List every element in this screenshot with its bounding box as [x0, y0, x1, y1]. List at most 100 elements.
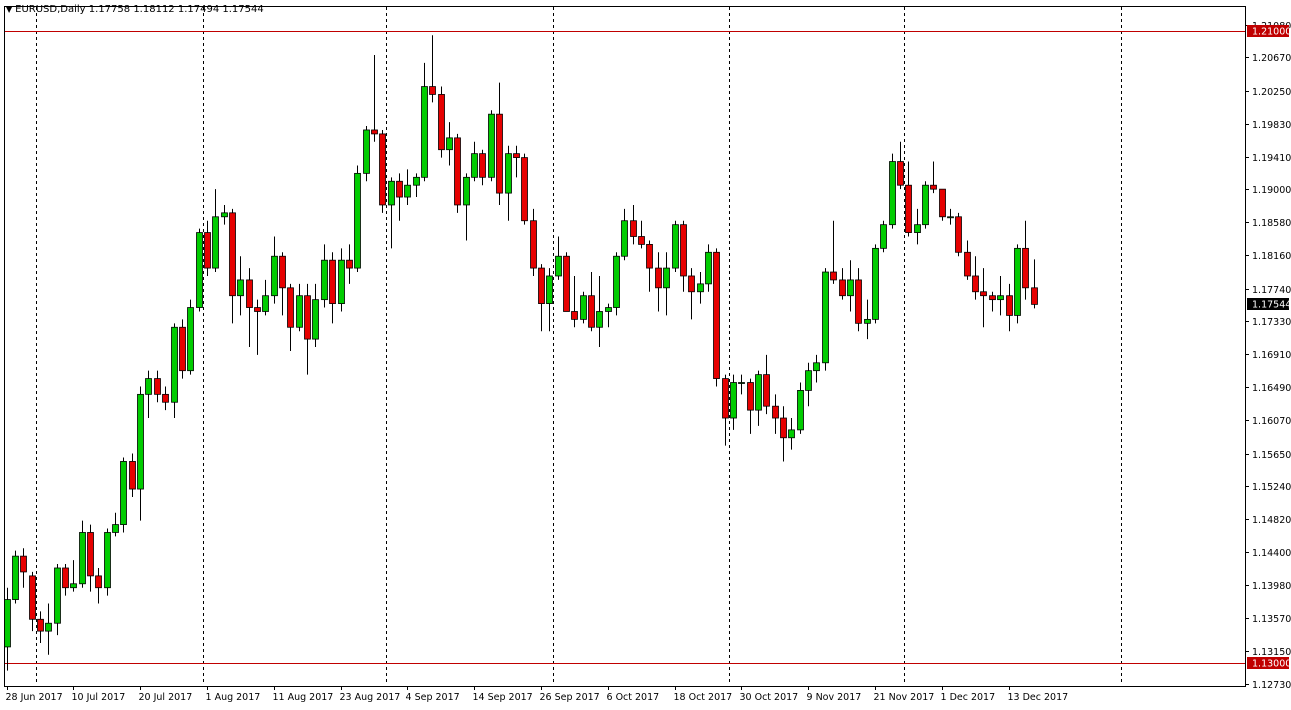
candle: [930, 161, 937, 194]
candle: [822, 268, 829, 371]
level-price-label: 1.21000: [1252, 27, 1291, 38]
candle: [95, 567, 102, 604]
candle-body: [388, 180, 395, 206]
candle-body: [813, 362, 820, 372]
y-tick-label: 1.14820: [1252, 515, 1291, 526]
candle-body: [605, 307, 612, 312]
candle: [429, 35, 436, 103]
price-chart[interactable]: 1.210801.206701.202501.198301.194101.190…: [0, 0, 1291, 710]
candle-body: [980, 291, 987, 297]
candle-body: [221, 212, 228, 218]
candle-body: [62, 567, 69, 589]
y-tick-label: 1.13980: [1252, 581, 1291, 592]
y-tick-label: 1.16490: [1252, 383, 1291, 394]
candle: [563, 252, 570, 312]
candle: [54, 564, 61, 636]
candle-body: [446, 137, 453, 151]
candle-body: [1014, 247, 1021, 316]
candle-body: [947, 216, 954, 219]
candle: [788, 418, 795, 450]
candle-body: [972, 275, 979, 293]
y-tick-label: 1.20670: [1252, 53, 1291, 64]
candle-body: [237, 279, 244, 297]
candle-body: [421, 86, 428, 178]
candle-body: [29, 575, 36, 620]
candle-body: [104, 532, 111, 589]
candle-body: [454, 137, 461, 206]
candle-body: [120, 461, 127, 525]
candle-body: [187, 307, 194, 372]
candle-body: [338, 259, 345, 304]
candle: [396, 173, 403, 221]
x-tick-label: 6 Oct 2017: [607, 692, 660, 703]
candle: [346, 244, 353, 284]
candle-body: [154, 378, 161, 395]
candle: [371, 54, 378, 142]
candle: [947, 208, 954, 225]
y-tick-label: 1.12730: [1252, 680, 1291, 691]
candle-body: [905, 184, 912, 233]
candle-body: [321, 259, 328, 301]
candle-body: [780, 417, 787, 439]
candle: [805, 362, 812, 407]
candle-body: [997, 295, 1004, 301]
candle: [20, 548, 27, 588]
candle: [12, 550, 19, 604]
candle-body: [279, 255, 286, 289]
candle-body: [763, 374, 770, 407]
candle: [171, 323, 178, 419]
candle: [279, 252, 286, 316]
candle-body: [4, 599, 11, 648]
candle: [538, 264, 545, 332]
candle: [246, 268, 253, 348]
candle-body: [538, 267, 545, 304]
y-tick-label: 1.17740: [1252, 285, 1291, 296]
candle: [354, 165, 361, 273]
candle: [972, 256, 979, 300]
candle: [705, 244, 712, 292]
candle-body: [488, 113, 495, 178]
candle-body: [680, 224, 687, 277]
candle-body: [496, 113, 503, 194]
candle: [530, 208, 537, 276]
candle-body: [346, 259, 353, 269]
candle-body: [964, 251, 971, 277]
x-tick-label: 28 Jun 2017: [6, 692, 63, 703]
candle: [897, 141, 904, 190]
current-price-label: 1.17544: [1252, 300, 1291, 311]
chart-window[interactable]: ▼ EURUSD,Daily 1.17758 1.18112 1.17494 1.…: [0, 0, 1291, 710]
candle-body: [20, 555, 27, 573]
candle: [555, 236, 562, 280]
candle-body: [705, 251, 712, 285]
candle-body: [989, 295, 996, 301]
candle-body: [45, 622, 52, 632]
candle: [29, 571, 36, 632]
candle-body: [847, 279, 854, 297]
candle-body: [112, 524, 119, 533]
y-tick-label: 1.19830: [1252, 120, 1291, 131]
candle: [221, 204, 228, 225]
candle-body: [688, 275, 695, 293]
x-tick-label: 21 Nov 2017: [874, 692, 935, 703]
candle: [580, 291, 587, 324]
candle: [780, 406, 787, 462]
candle-body: [179, 326, 186, 372]
x-tick-label: 26 Sep 2017: [540, 692, 600, 703]
candle-body: [37, 618, 44, 632]
candle-body: [296, 295, 303, 328]
candle: [521, 153, 528, 225]
candle-body: [396, 180, 403, 198]
candle: [672, 220, 679, 273]
candle: [880, 220, 887, 253]
candle: [104, 528, 111, 596]
candle-body: [329, 259, 336, 304]
candle-body: [822, 271, 829, 364]
candle-body: [646, 244, 653, 269]
candle: [1031, 259, 1038, 309]
candle: [747, 378, 754, 434]
candle: [964, 240, 971, 280]
y-tick-label: 1.15650: [1252, 450, 1291, 461]
candle: [980, 268, 987, 328]
candle: [955, 212, 962, 257]
x-tick-label: 23 Aug 2017: [340, 692, 401, 703]
